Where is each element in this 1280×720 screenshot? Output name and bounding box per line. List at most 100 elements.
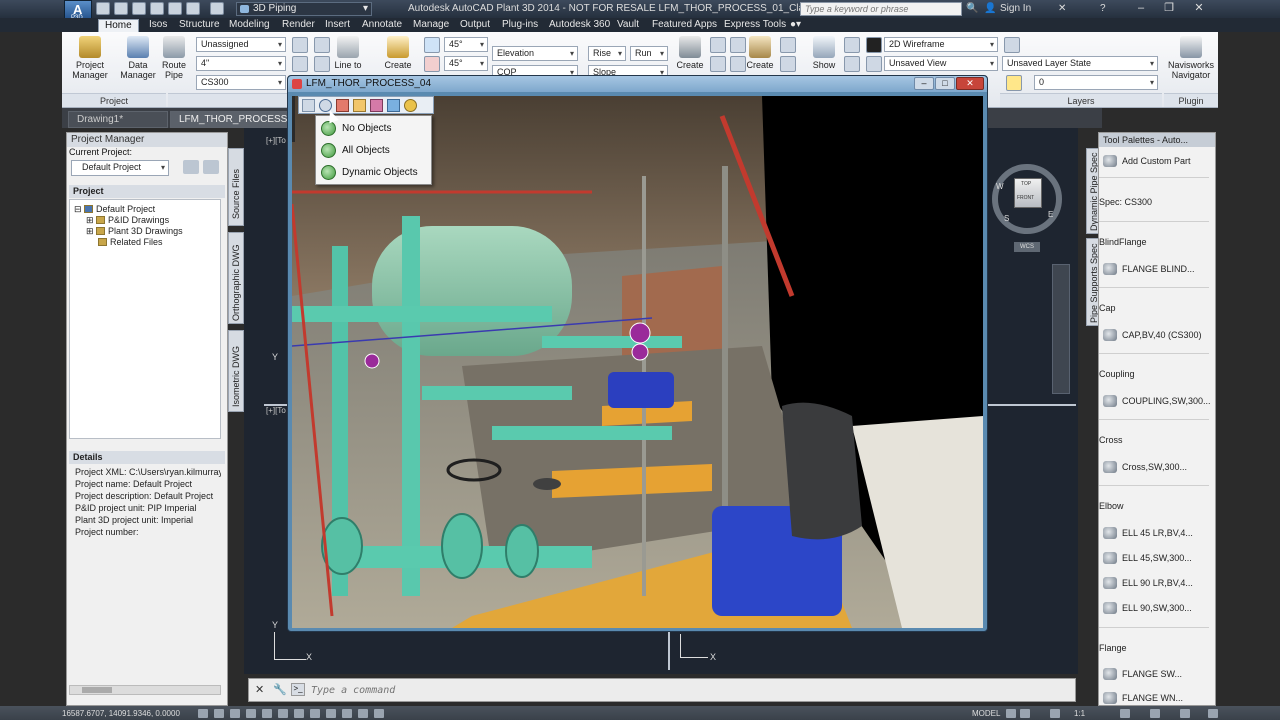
tab-plug-ins[interactable]: Plug-ins <box>502 19 538 32</box>
wcs-menu[interactable]: WCS <box>1014 242 1040 252</box>
close-button[interactable]: ✕ <box>1186 1 1212 16</box>
lock-icon[interactable] <box>1150 709 1160 718</box>
tab-isos[interactable]: Isos <box>149 19 167 32</box>
clash-icon[interactable] <box>336 99 349 112</box>
lineweight-icon[interactable] <box>358 709 368 718</box>
tab-render[interactable]: Render <box>282 19 315 32</box>
tab-vault[interactable]: Vault <box>617 19 639 32</box>
elevation-input[interactable]: Elevation <box>492 46 578 61</box>
equipment-icon[interactable] <box>710 37 726 53</box>
viewport-label-left[interactable]: [+][To <box>266 406 286 415</box>
run-input[interactable]: Run <box>630 46 668 61</box>
route-pipe-button[interactable]: Route Pipe <box>152 36 196 80</box>
tab-annotate[interactable]: Annotate <box>362 19 402 32</box>
viewport-label-top[interactable]: [+][To <box>266 136 286 145</box>
quick-view-drawings-icon[interactable] <box>1020 709 1030 718</box>
save-as-icon[interactable] <box>150 2 164 15</box>
fitting-icon[interactable] <box>292 56 308 72</box>
create-support-button[interactable]: Create <box>672 36 708 70</box>
tree-item-pid-drawings[interactable]: ⊞ P&ID Drawings <box>86 215 169 226</box>
object-snap-icon[interactable] <box>278 709 288 718</box>
ortho-icon[interactable] <box>424 37 440 53</box>
navisworks-navigator-button[interactable]: Navisworks Navigator <box>1166 36 1216 80</box>
layer-state-select[interactable]: Unsaved Layer State <box>1002 56 1158 71</box>
hide-icon[interactable] <box>844 56 860 72</box>
palette-item-elbow-45-sw[interactable]: ELL 45,SW,300... <box>1103 552 1192 564</box>
tab-autodesk-360[interactable]: Autodesk 360 <box>549 19 610 32</box>
ribbon-toggle-icon[interactable]: ●▾ <box>790 19 801 32</box>
tree-item-related-files[interactable]: Related Files <box>98 237 163 248</box>
markup-icon[interactable] <box>370 99 383 112</box>
workspace-select[interactable]: 3D Piping ▾ <box>236 2 372 16</box>
annotation-scale[interactable]: 1:1 <box>1074 709 1085 718</box>
palette-item-elbow-45-lr[interactable]: ELL 45 LR,BV,4... <box>1103 527 1193 539</box>
slope-angle-select[interactable]: 45° <box>444 56 488 71</box>
tab-express-tools[interactable]: Express Tools <box>724 19 786 32</box>
plane-icon[interactable] <box>424 56 440 72</box>
close-command-icon[interactable]: ✕ <box>255 683 264 696</box>
command-prompt-icon[interactable]: >_ <box>291 683 305 696</box>
open-icon[interactable] <box>114 2 128 15</box>
vtab-orthographic-dwg[interactable]: Orthographic DWG <box>228 232 244 324</box>
line-number-select[interactable]: Unassigned <box>196 37 286 52</box>
pipe-size-select[interactable]: 4" <box>196 56 286 71</box>
grid-icon[interactable] <box>780 56 796 72</box>
help-icon[interactable]: ? <box>1100 3 1106 14</box>
tab-structure[interactable]: Structure <box>179 19 220 32</box>
scroll-thumb[interactable] <box>82 687 112 693</box>
select-icon[interactable] <box>302 99 315 112</box>
tab-manage[interactable]: Manage <box>413 19 449 32</box>
model-space-button[interactable]: MODEL <box>972 709 1000 718</box>
show-button[interactable]: Show <box>806 36 842 70</box>
menu-item-dynamic-objects[interactable]: Dynamic Objects <box>318 162 430 183</box>
infer-constraints-icon[interactable] <box>198 709 208 718</box>
exchange-icon[interactable]: ✕ <box>1058 3 1066 14</box>
tab-insert[interactable]: Insert <box>325 19 350 32</box>
vtab-source-files[interactable]: Source Files <box>228 148 244 226</box>
undo-icon[interactable] <box>186 2 200 15</box>
3d-object-snap-icon[interactable] <box>294 709 304 718</box>
snap-mode-icon[interactable] <box>214 709 224 718</box>
user-icon[interactable]: 👤 <box>984 3 996 14</box>
isolate-icon[interactable] <box>844 37 860 53</box>
tab-featured-apps[interactable]: Featured Apps <box>652 19 717 32</box>
current-layer-select[interactable]: 0 <box>1034 75 1158 90</box>
palette-item-coupling[interactable]: COUPLING,SW,300... <box>1103 395 1211 407</box>
member-icon[interactable] <box>780 37 796 53</box>
customize-command-icon[interactable]: 🔧 <box>273 683 287 696</box>
dynamic-input-icon[interactable] <box>342 709 352 718</box>
view-icon[interactable] <box>866 56 882 72</box>
palette-item-flange-wn[interactable]: FLANGE WN... <box>1103 692 1183 704</box>
maximize-button[interactable]: ❐ <box>1156 1 1182 16</box>
viewer-minimize-button[interactable]: – <box>914 77 934 90</box>
vtab-isometric-dwg[interactable]: Isometric DWG <box>228 330 244 412</box>
project-manager-button[interactable]: Project Manager <box>66 36 114 80</box>
modify-equipment-icon[interactable] <box>710 56 726 72</box>
grid-display-icon[interactable] <box>230 709 240 718</box>
line-to-button[interactable]: Line to <box>326 36 370 70</box>
new-icon[interactable] <box>96 2 110 15</box>
polar-tracking-icon[interactable] <box>262 709 272 718</box>
viewer-maximize-button[interactable]: □ <box>935 77 955 90</box>
render-mode-icon[interactable] <box>404 99 417 112</box>
visual-style-icon[interactable] <box>866 37 882 53</box>
transparency-icon[interactable] <box>374 709 384 718</box>
isolate-objects-icon[interactable] <box>1180 709 1190 718</box>
viewcube-box[interactable]: TOP FRONT <box>1014 178 1042 208</box>
palette-item-elbow-90-sw[interactable]: ELL 90,SW,300... <box>1103 602 1192 614</box>
project-settings-icon[interactable] <box>183 160 199 174</box>
current-project-select[interactable]: Default Project <box>71 160 169 176</box>
compass-angle-select[interactable]: 45° <box>444 37 488 52</box>
view-select[interactable]: Unsaved View <box>884 56 998 71</box>
palette-item-cap[interactable]: CAP,BV,40 (CS300) <box>1103 329 1202 341</box>
visual-style-select[interactable]: 2D Wireframe <box>884 37 998 52</box>
add-custom-part-button[interactable]: Add Custom Part <box>1103 155 1191 167</box>
rise-input[interactable]: Rise <box>588 46 626 61</box>
viewer-close-button[interactable]: ✕ <box>956 77 984 90</box>
object-snap-tracking-icon[interactable] <box>310 709 320 718</box>
doc-tab-lfm-thor[interactable]: LFM_THOR_PROCESS_01_C <box>170 111 288 128</box>
redo-icon[interactable] <box>210 2 224 15</box>
doc-tab-drawing1[interactable]: Drawing1* <box>68 111 168 128</box>
layer-properties-icon[interactable] <box>1004 37 1020 53</box>
layer-bulb-icon[interactable] <box>1006 75 1022 91</box>
